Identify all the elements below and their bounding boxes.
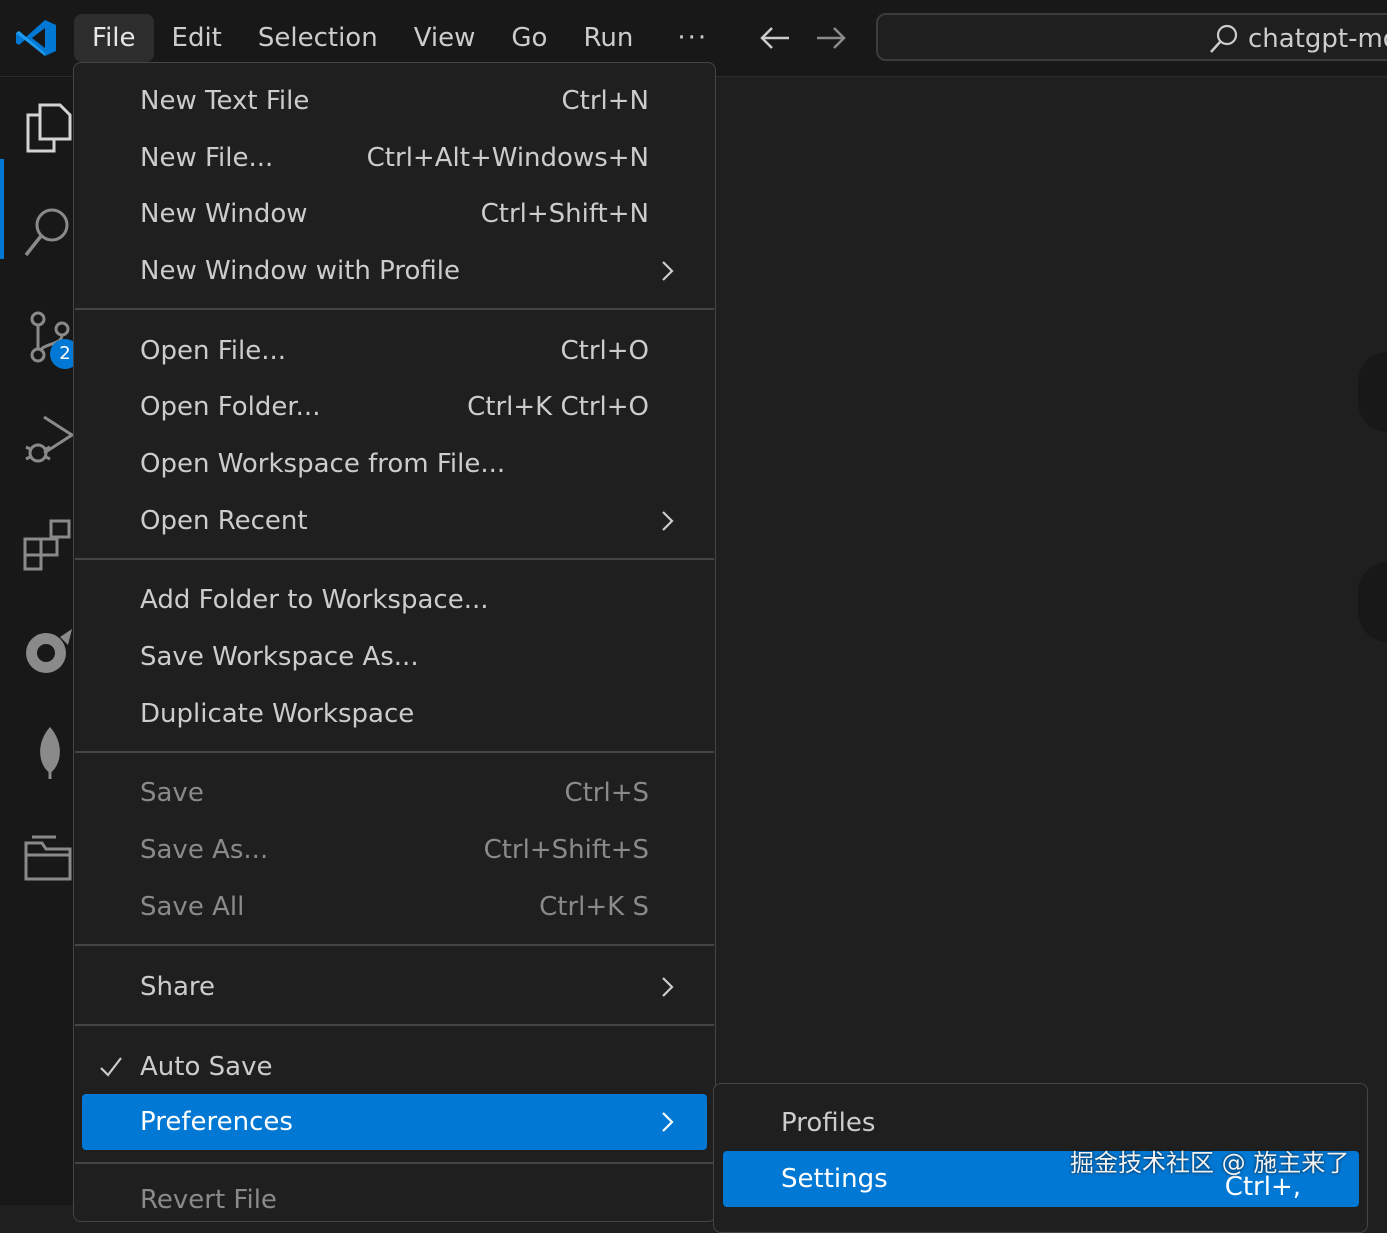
chevron-right-icon	[662, 1112, 674, 1132]
menu-item-label: Save As...	[140, 835, 269, 865]
keybinding: Ctrl+S	[564, 778, 649, 808]
folder-icon[interactable]	[20, 829, 76, 885]
menu-item-label: Auto Save	[140, 1052, 273, 1082]
menu-item-label: Open Workspace from File...	[140, 449, 506, 479]
menu-item-label: New Text File	[140, 86, 310, 116]
keybinding: Ctrl+N	[561, 86, 650, 116]
menu-item-save-workspace-as[interactable]: Save Workspace As...	[82, 630, 707, 684]
keybinding: Ctrl+O	[560, 336, 649, 366]
menu-item-duplicate-workspace[interactable]: Duplicate Workspace	[82, 687, 707, 741]
active-indicator	[0, 159, 4, 259]
menu-item-label: Save Workspace As...	[140, 642, 419, 672]
menu-item-label: Open File...	[140, 336, 287, 366]
file-menu: New Text File Ctrl+N New File... Ctrl+Al…	[73, 62, 716, 1222]
menu-selection[interactable]: Selection	[240, 14, 396, 62]
menu-item-preferences[interactable]: Preferences	[82, 1094, 707, 1150]
remote-explorer-icon[interactable]	[20, 623, 76, 679]
submenu-item-label: Settings	[781, 1164, 888, 1194]
menu-run[interactable]: Run	[565, 14, 651, 62]
menu-item-save[interactable]: Save Ctrl+S	[82, 766, 707, 820]
menu-item-label: Duplicate Workspace	[140, 699, 415, 729]
keybinding: Ctrl+Shift+S	[483, 835, 649, 865]
menu-item-label: Save	[140, 778, 204, 808]
explorer-icon[interactable]	[20, 99, 76, 155]
search-icon	[1210, 24, 1238, 53]
menu-separator	[75, 944, 714, 946]
menu-separator	[75, 751, 714, 753]
menu-separator	[75, 558, 714, 560]
menu-go[interactable]: Go	[493, 14, 565, 62]
back-arrow-icon[interactable]	[757, 20, 793, 56]
menu-item-label: Open Folder...	[140, 392, 321, 422]
menu-item-new-window[interactable]: New Window Ctrl+Shift+N	[82, 187, 707, 241]
checkmark-icon	[100, 1057, 122, 1077]
chevron-right-icon	[662, 977, 674, 997]
menu-item-revert-file[interactable]: Revert File	[82, 1173, 707, 1227]
menu-item-label: Preferences	[140, 1107, 293, 1137]
menu-edit[interactable]: Edit	[154, 14, 240, 62]
keybinding: Ctrl+K S	[539, 892, 649, 922]
menu-item-open-file[interactable]: Open File... Ctrl+O	[82, 324, 707, 378]
command-center-text: chatgpt-mon	[1248, 24, 1387, 54]
menu-item-share[interactable]: Share	[82, 960, 707, 1014]
menu-item-save-as[interactable]: Save As... Ctrl+Shift+S	[82, 823, 707, 877]
menu-file[interactable]: File	[74, 14, 154, 62]
menu-separator	[75, 1024, 714, 1026]
menu-item-label: Revert File	[140, 1185, 277, 1215]
search-activity-icon[interactable]	[20, 203, 76, 259]
menu-item-open-folder[interactable]: Open Folder... Ctrl+K Ctrl+O	[82, 380, 707, 434]
menu-item-label: Open Recent	[140, 506, 308, 536]
menu-item-auto-save[interactable]: Auto Save	[82, 1040, 707, 1094]
mongodb-leaf-icon[interactable]	[20, 723, 76, 779]
activity-bar: 2	[0, 77, 80, 1205]
extensions-icon[interactable]	[20, 517, 76, 573]
menu-item-save-all[interactable]: Save All Ctrl+K S	[82, 880, 707, 934]
menu-item-label: New File...	[140, 143, 274, 173]
menu-item-open-workspace[interactable]: Open Workspace from File...	[82, 437, 707, 491]
run-debug-icon[interactable]	[20, 411, 76, 467]
menu-view[interactable]: View	[396, 14, 494, 62]
keybinding: Ctrl+Shift+N	[480, 199, 649, 229]
menu-separator	[75, 308, 714, 310]
watermark: 掘金技术社区 @ 施主来了	[1070, 1149, 1350, 1177]
more-menu-icon[interactable]: ···	[651, 14, 734, 62]
menu-item-label: Add Folder to Workspace...	[140, 585, 489, 615]
keybinding: Ctrl+Alt+Windows+N	[366, 143, 649, 173]
keybinding: Ctrl+K Ctrl+O	[467, 392, 649, 422]
menu-item-new-window-with-profile[interactable]: New Window with Profile	[82, 244, 707, 298]
menu-item-label: New Window	[140, 199, 308, 229]
command-center[interactable]: chatgpt-mon	[876, 13, 1387, 61]
menu-item-label: Share	[140, 972, 216, 1002]
menu-item-label: New Window with Profile	[140, 256, 461, 286]
menu-item-open-recent[interactable]: Open Recent	[82, 494, 707, 548]
menu-item-new-file[interactable]: New File... Ctrl+Alt+Windows+N	[82, 131, 707, 185]
vscode-logo-icon	[16, 20, 56, 56]
menu-separator	[75, 1162, 714, 1164]
chevron-right-icon	[662, 511, 674, 531]
forward-arrow-icon[interactable]	[813, 20, 849, 56]
menu-item-new-text-file[interactable]: New Text File Ctrl+N	[82, 74, 707, 128]
chevron-right-icon	[662, 261, 674, 281]
submenu-item-label: Profiles	[781, 1108, 876, 1138]
menu-item-label: Save All	[140, 892, 245, 922]
menu-bar: File Edit Selection View Go Run ···	[74, 14, 734, 62]
menu-item-add-folder[interactable]: Add Folder to Workspace...	[82, 573, 707, 627]
